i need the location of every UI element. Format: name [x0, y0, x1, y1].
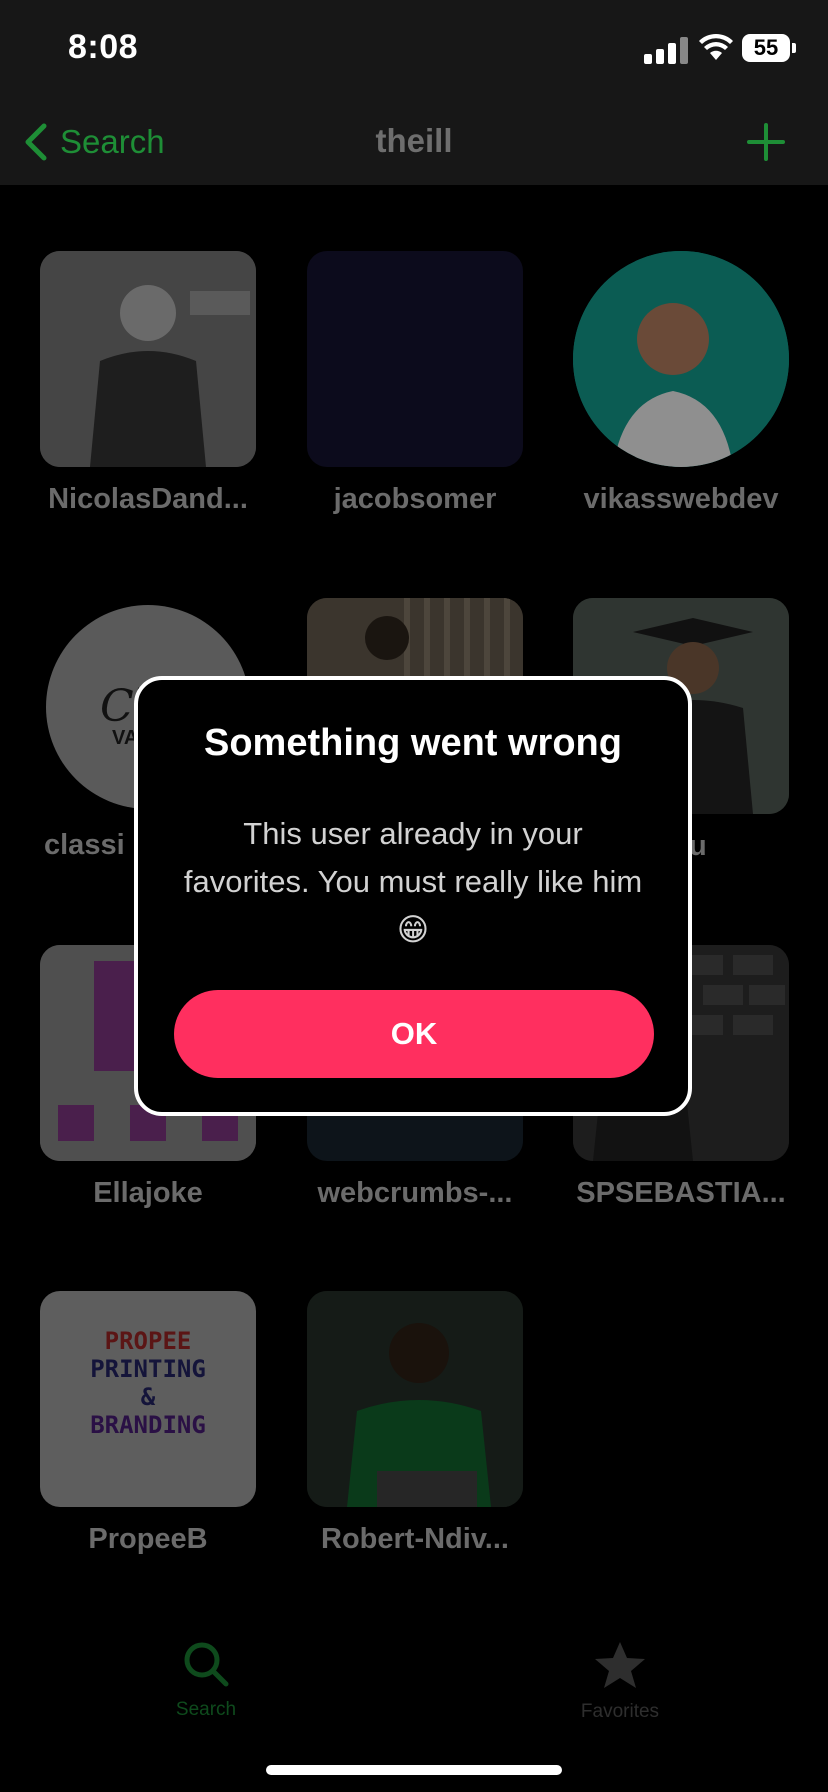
- tab-label: Search: [175, 1699, 237, 1720]
- tab-label: Favorites: [580, 1701, 660, 1722]
- logo-text-line2: PRINTING: [90, 1355, 206, 1383]
- user-name: Ellajoke: [93, 1177, 203, 1209]
- user-name: SPSEBASTIA...: [576, 1177, 786, 1209]
- star-icon: [595, 1642, 645, 1688]
- battery-icon: 55: [742, 34, 790, 62]
- status-bar: 8:08 55: [0, 0, 828, 100]
- search-icon: [184, 1642, 229, 1687]
- battery-tip: [792, 43, 796, 53]
- user-avatar: [307, 1291, 523, 1507]
- page-title: theill: [375, 122, 453, 159]
- user-avatar: [40, 251, 256, 467]
- user-name: Robert-Ndiv...: [321, 1523, 509, 1555]
- home-indicator: [266, 1765, 562, 1775]
- user-name: NicolasDand...: [48, 483, 248, 515]
- screen: 8:08 55 Search theill NicolasDand... jac…: [0, 0, 828, 1792]
- user-card[interactable]: NicolasDand...: [40, 251, 256, 516]
- dialog-title: Something went wrong: [204, 722, 622, 764]
- nav-bar: Search theill: [0, 100, 828, 185]
- user-card[interactable]: jacobsomer: [307, 251, 523, 516]
- tab-favorites[interactable]: Favorites: [540, 1640, 700, 1723]
- status-icons: 55: [644, 33, 796, 64]
- ok-button[interactable]: OK: [174, 990, 654, 1078]
- user-card[interactable]: Robert-Ndiv...: [307, 1291, 523, 1556]
- user-name: vikasswebdev: [583, 483, 779, 515]
- user-avatar: [307, 251, 523, 467]
- dialog-message: This user already in your favorites. You…: [183, 816, 643, 947]
- logo-text-line4: BRANDING: [90, 1411, 206, 1439]
- logo-text-line1: PROPEE: [104, 1327, 192, 1355]
- user-name: jacobsomer: [333, 483, 497, 515]
- user-avatar: [573, 251, 789, 467]
- user-name: PropeeB: [88, 1523, 208, 1555]
- user-card[interactable]: PROPEE PRINTING & BRANDING PropeeB: [40, 1291, 256, 1556]
- tab-bar: Search Favorites: [0, 1610, 828, 1730]
- signal-icon: [644, 34, 690, 64]
- user-avatar: PROPEE PRINTING & BRANDING: [40, 1291, 256, 1507]
- user-name: webcrumbs-...: [317, 1177, 513, 1209]
- status-time: 8:08: [68, 28, 139, 66]
- alert-dialog: Something went wrong This user already i…: [134, 676, 692, 1116]
- tab-search[interactable]: Search: [126, 1640, 286, 1721]
- wifi-icon: [699, 33, 733, 60]
- user-card[interactable]: vikasswebdev: [573, 251, 789, 516]
- add-icon[interactable]: [746, 122, 786, 162]
- logo-text-line3: &: [140, 1383, 156, 1411]
